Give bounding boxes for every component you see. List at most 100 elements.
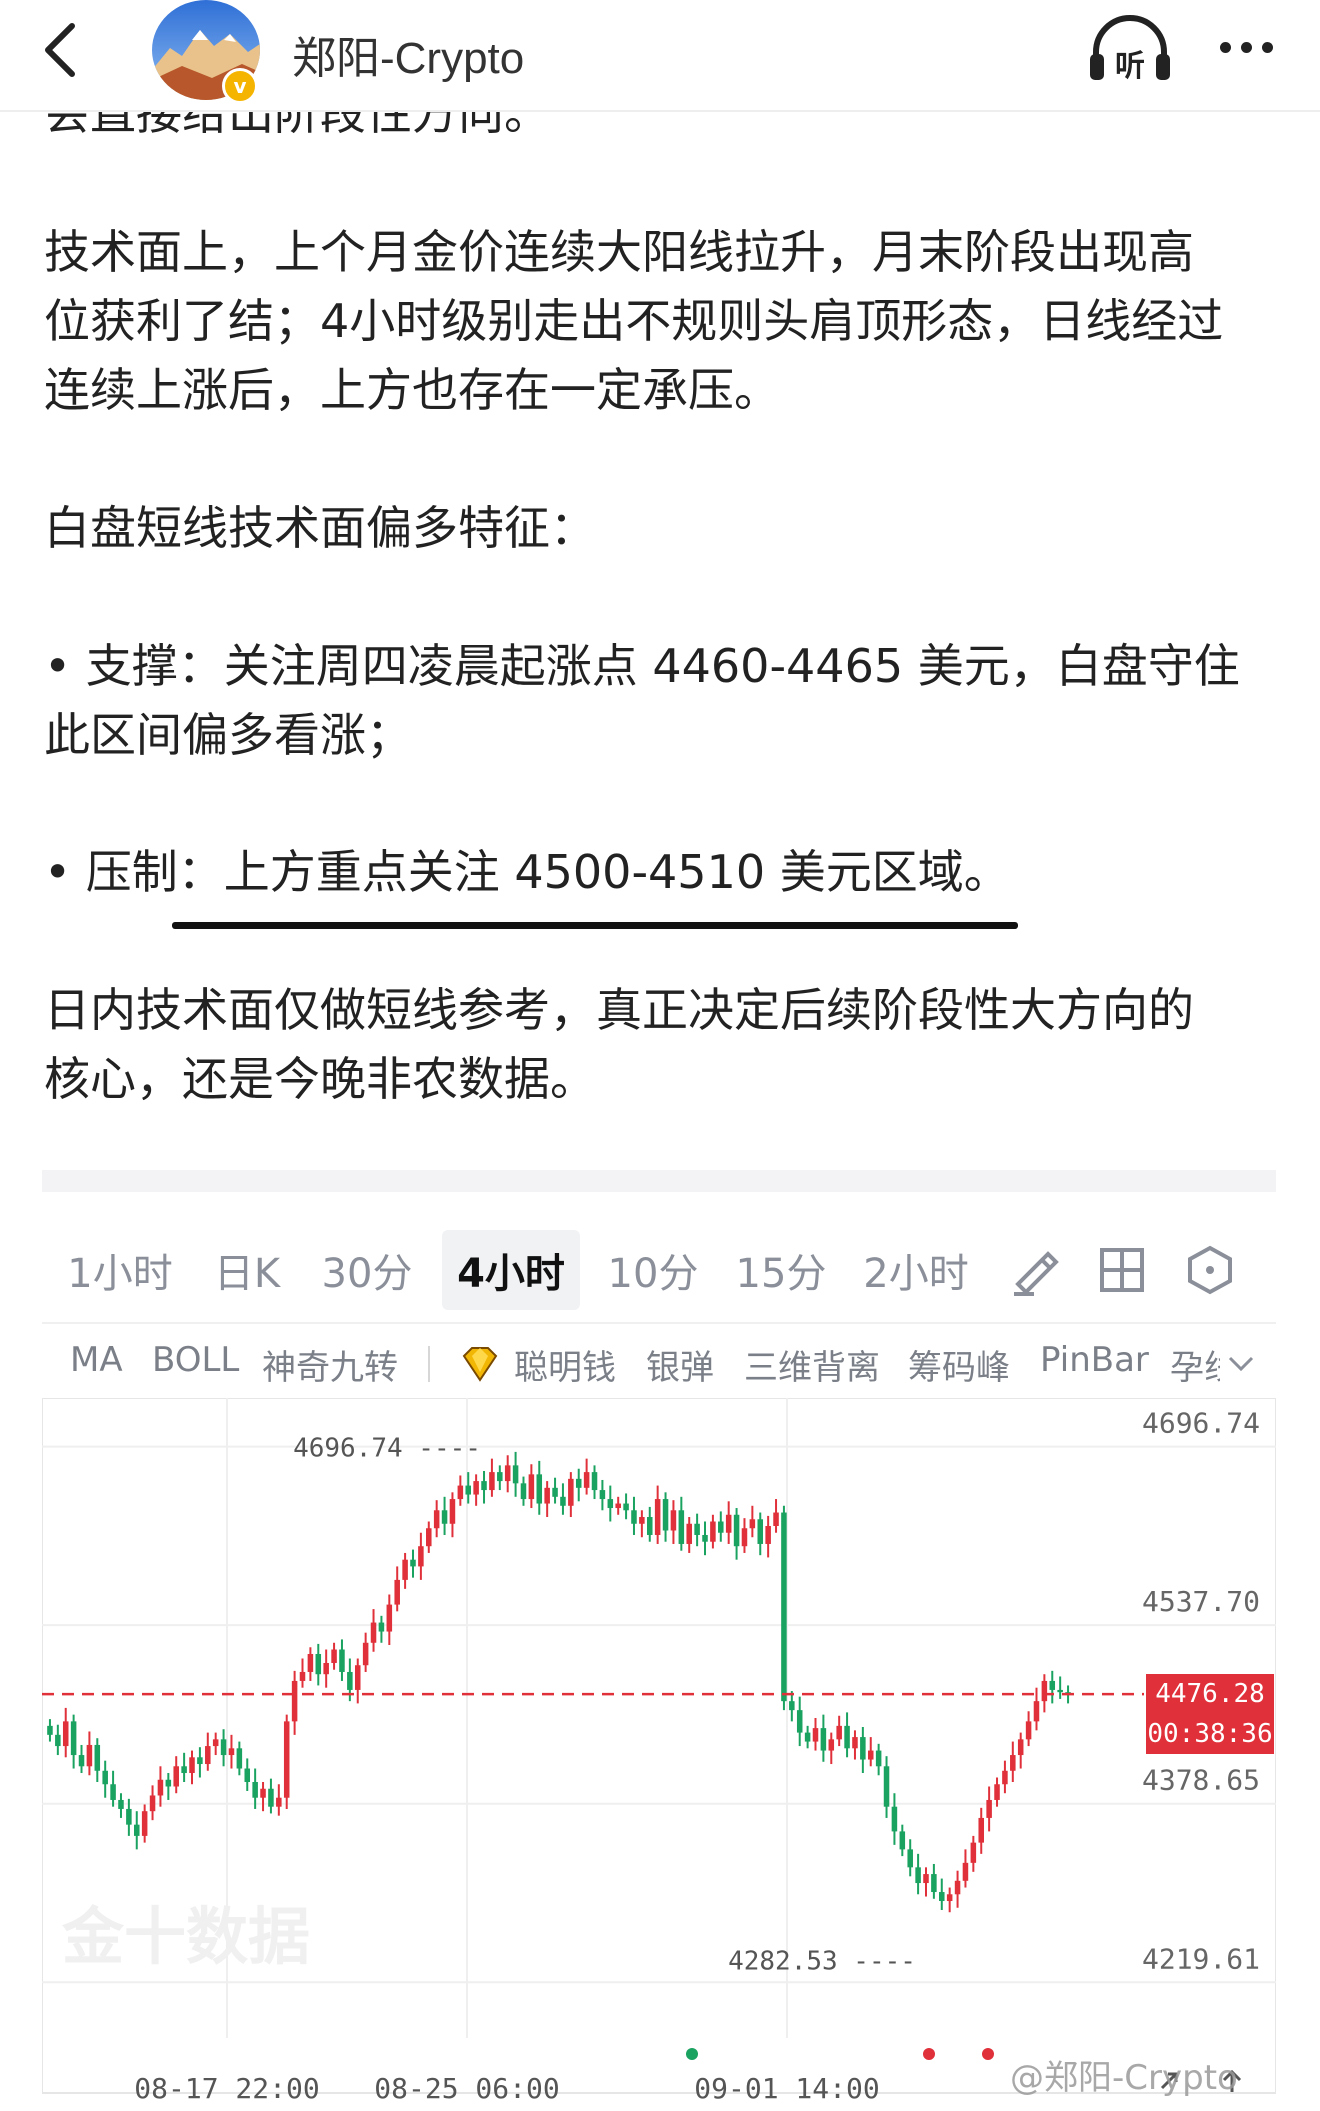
candle-body: [591, 1472, 598, 1491]
layout-grid-icon[interactable]: [1092, 1240, 1152, 1300]
author-name[interactable]: 郑阳-Crypto: [292, 22, 524, 86]
indicator-pinbar[interactable]: PinBar: [1040, 1340, 1149, 1380]
indicator-nine-turn[interactable]: 神奇九转: [262, 1340, 398, 1389]
paragraph-line: • 压制：上方重点关注 4500-4510 美元区域。: [44, 845, 1010, 899]
candle-body: [915, 1867, 921, 1884]
chevron-down-icon[interactable]: [1226, 1354, 1256, 1374]
candle-body: [970, 1842, 977, 1863]
indicator-ma[interactable]: MA: [70, 1340, 123, 1380]
candle-body: [883, 1766, 890, 1807]
candle-body: [820, 1728, 827, 1751]
article-paragraph: • 支撑：关注周四凌晨起涨点 4460-4465 美元，白盘守住 此区间偏多看涨…: [44, 632, 1290, 770]
candle-body: [205, 1746, 211, 1765]
candle-body: [733, 1514, 740, 1547]
high-label: 4696.74 ----: [293, 1434, 481, 1464]
listen-button[interactable]: 听: [1088, 14, 1172, 84]
indicator-smart-money[interactable]: 聪明钱: [514, 1340, 616, 1389]
candle-body: [1025, 1721, 1032, 1740]
headphones-icon: 听: [1090, 15, 1170, 84]
candle-body: [978, 1817, 985, 1843]
candle-body: [418, 1546, 424, 1567]
listen-label: 听: [1115, 49, 1145, 84]
candle-body: [520, 1483, 527, 1500]
candle-body: [623, 1503, 629, 1511]
candle-body: [236, 1748, 243, 1769]
indicator-boll[interactable]: BOLL: [152, 1340, 239, 1380]
tab-1h[interactable]: 1小时: [60, 1230, 180, 1310]
paragraph-line: 连续上涨后，上方也存在一定承压。: [44, 363, 780, 417]
tab-4h[interactable]: 4小时: [442, 1230, 580, 1310]
tab-10m[interactable]: 10分: [598, 1230, 708, 1310]
candle-body: [260, 1788, 266, 1798]
candle-body: [654, 1499, 661, 1535]
tab-daily[interactable]: 日K: [202, 1230, 292, 1310]
candle-body: [860, 1737, 866, 1760]
indicator-divider: [428, 1346, 430, 1382]
candle-body: [315, 1654, 322, 1675]
x-tick-label: 09-01 14:00: [694, 2072, 879, 2105]
candle-body: [86, 1744, 93, 1767]
paragraph-line: 白盘短线技术面偏多特征：: [44, 501, 596, 555]
candle-body: [252, 1782, 258, 1798]
candle-body: [449, 1499, 456, 1524]
candle-body: [686, 1523, 692, 1544]
candle-body: [678, 1510, 685, 1544]
indicator-divergence[interactable]: 三维背离: [744, 1340, 880, 1389]
period-tabs: 1小时 日K 30分 4小时 10分 15分 2小时: [42, 1212, 1276, 1312]
indicator-silver-bullet[interactable]: 银弹: [646, 1340, 714, 1389]
indicator-harami[interactable]: 孕线: [1170, 1340, 1220, 1389]
candle-body: [481, 1481, 487, 1491]
candle-body: [836, 1725, 842, 1740]
chart-image[interactable]: 1小时 日K 30分 4小时 10分 15分 2小时 MA BOLL 神奇九转 …: [42, 1170, 1276, 2111]
candle-body: [789, 1701, 795, 1711]
candle-body: [568, 1478, 574, 1506]
more-options-button[interactable]: [1210, 22, 1282, 72]
paragraph-line: 此区间偏多看涨；: [44, 708, 412, 762]
candle-body: [796, 1710, 803, 1733]
candle-body: [536, 1474, 543, 1504]
candle-body: [228, 1748, 235, 1756]
chart-watermark: 金十数据: [61, 1900, 310, 1973]
candle-body: [939, 1892, 945, 1902]
candle-body: [662, 1499, 669, 1531]
signal-dot: [923, 2048, 935, 2060]
draw-pen-icon[interactable]: [1004, 1240, 1064, 1300]
candle-body: [899, 1831, 906, 1850]
candle-body: [394, 1579, 400, 1605]
candle-body: [646, 1517, 653, 1535]
candlestick-chart[interactable]: 金十数据 4696.74 4537.70 4378.65 4219.61 4696.74 …: [42, 1398, 1276, 2111]
verified-badge: v: [222, 68, 258, 104]
candle-body: [575, 1478, 582, 1488]
candle-body: [362, 1642, 369, 1666]
candle-body: [489, 1472, 495, 1491]
candle-body: [244, 1768, 251, 1782]
candle-body: [197, 1757, 203, 1765]
dot-icon: [1219, 41, 1231, 53]
candle-body: [702, 1534, 708, 1542]
candle-body: [426, 1528, 432, 1547]
candle-body: [497, 1472, 503, 1482]
tab-15m[interactable]: 15分: [726, 1230, 836, 1310]
candle-body: [718, 1521, 724, 1533]
candle-body: [583, 1472, 590, 1488]
candle-body: [1057, 1689, 1063, 1693]
candle-body: [773, 1512, 779, 1526]
tab-2h[interactable]: 2小时: [854, 1230, 978, 1310]
y-tick-label: 4378.65: [1142, 1764, 1260, 1797]
candle-body: [560, 1496, 566, 1506]
tab-30m[interactable]: 30分: [312, 1230, 422, 1310]
candle-body: [891, 1806, 898, 1832]
candle-body: [639, 1517, 645, 1524]
settings-hexagon-icon[interactable]: [1180, 1240, 1240, 1300]
candle-body: [165, 1779, 172, 1787]
candle-body: [283, 1721, 290, 1798]
back-button[interactable]: [30, 20, 90, 80]
candle-body: [433, 1510, 440, 1529]
candle-body: [946, 1894, 953, 1902]
candle-body: [331, 1649, 337, 1663]
candle-body: [220, 1739, 227, 1756]
candle-body: [141, 1811, 148, 1836]
candle-body: [473, 1481, 479, 1495]
indicator-chip-peak[interactable]: 筹码峰: [908, 1340, 1010, 1389]
candle-body: [118, 1799, 124, 1809]
